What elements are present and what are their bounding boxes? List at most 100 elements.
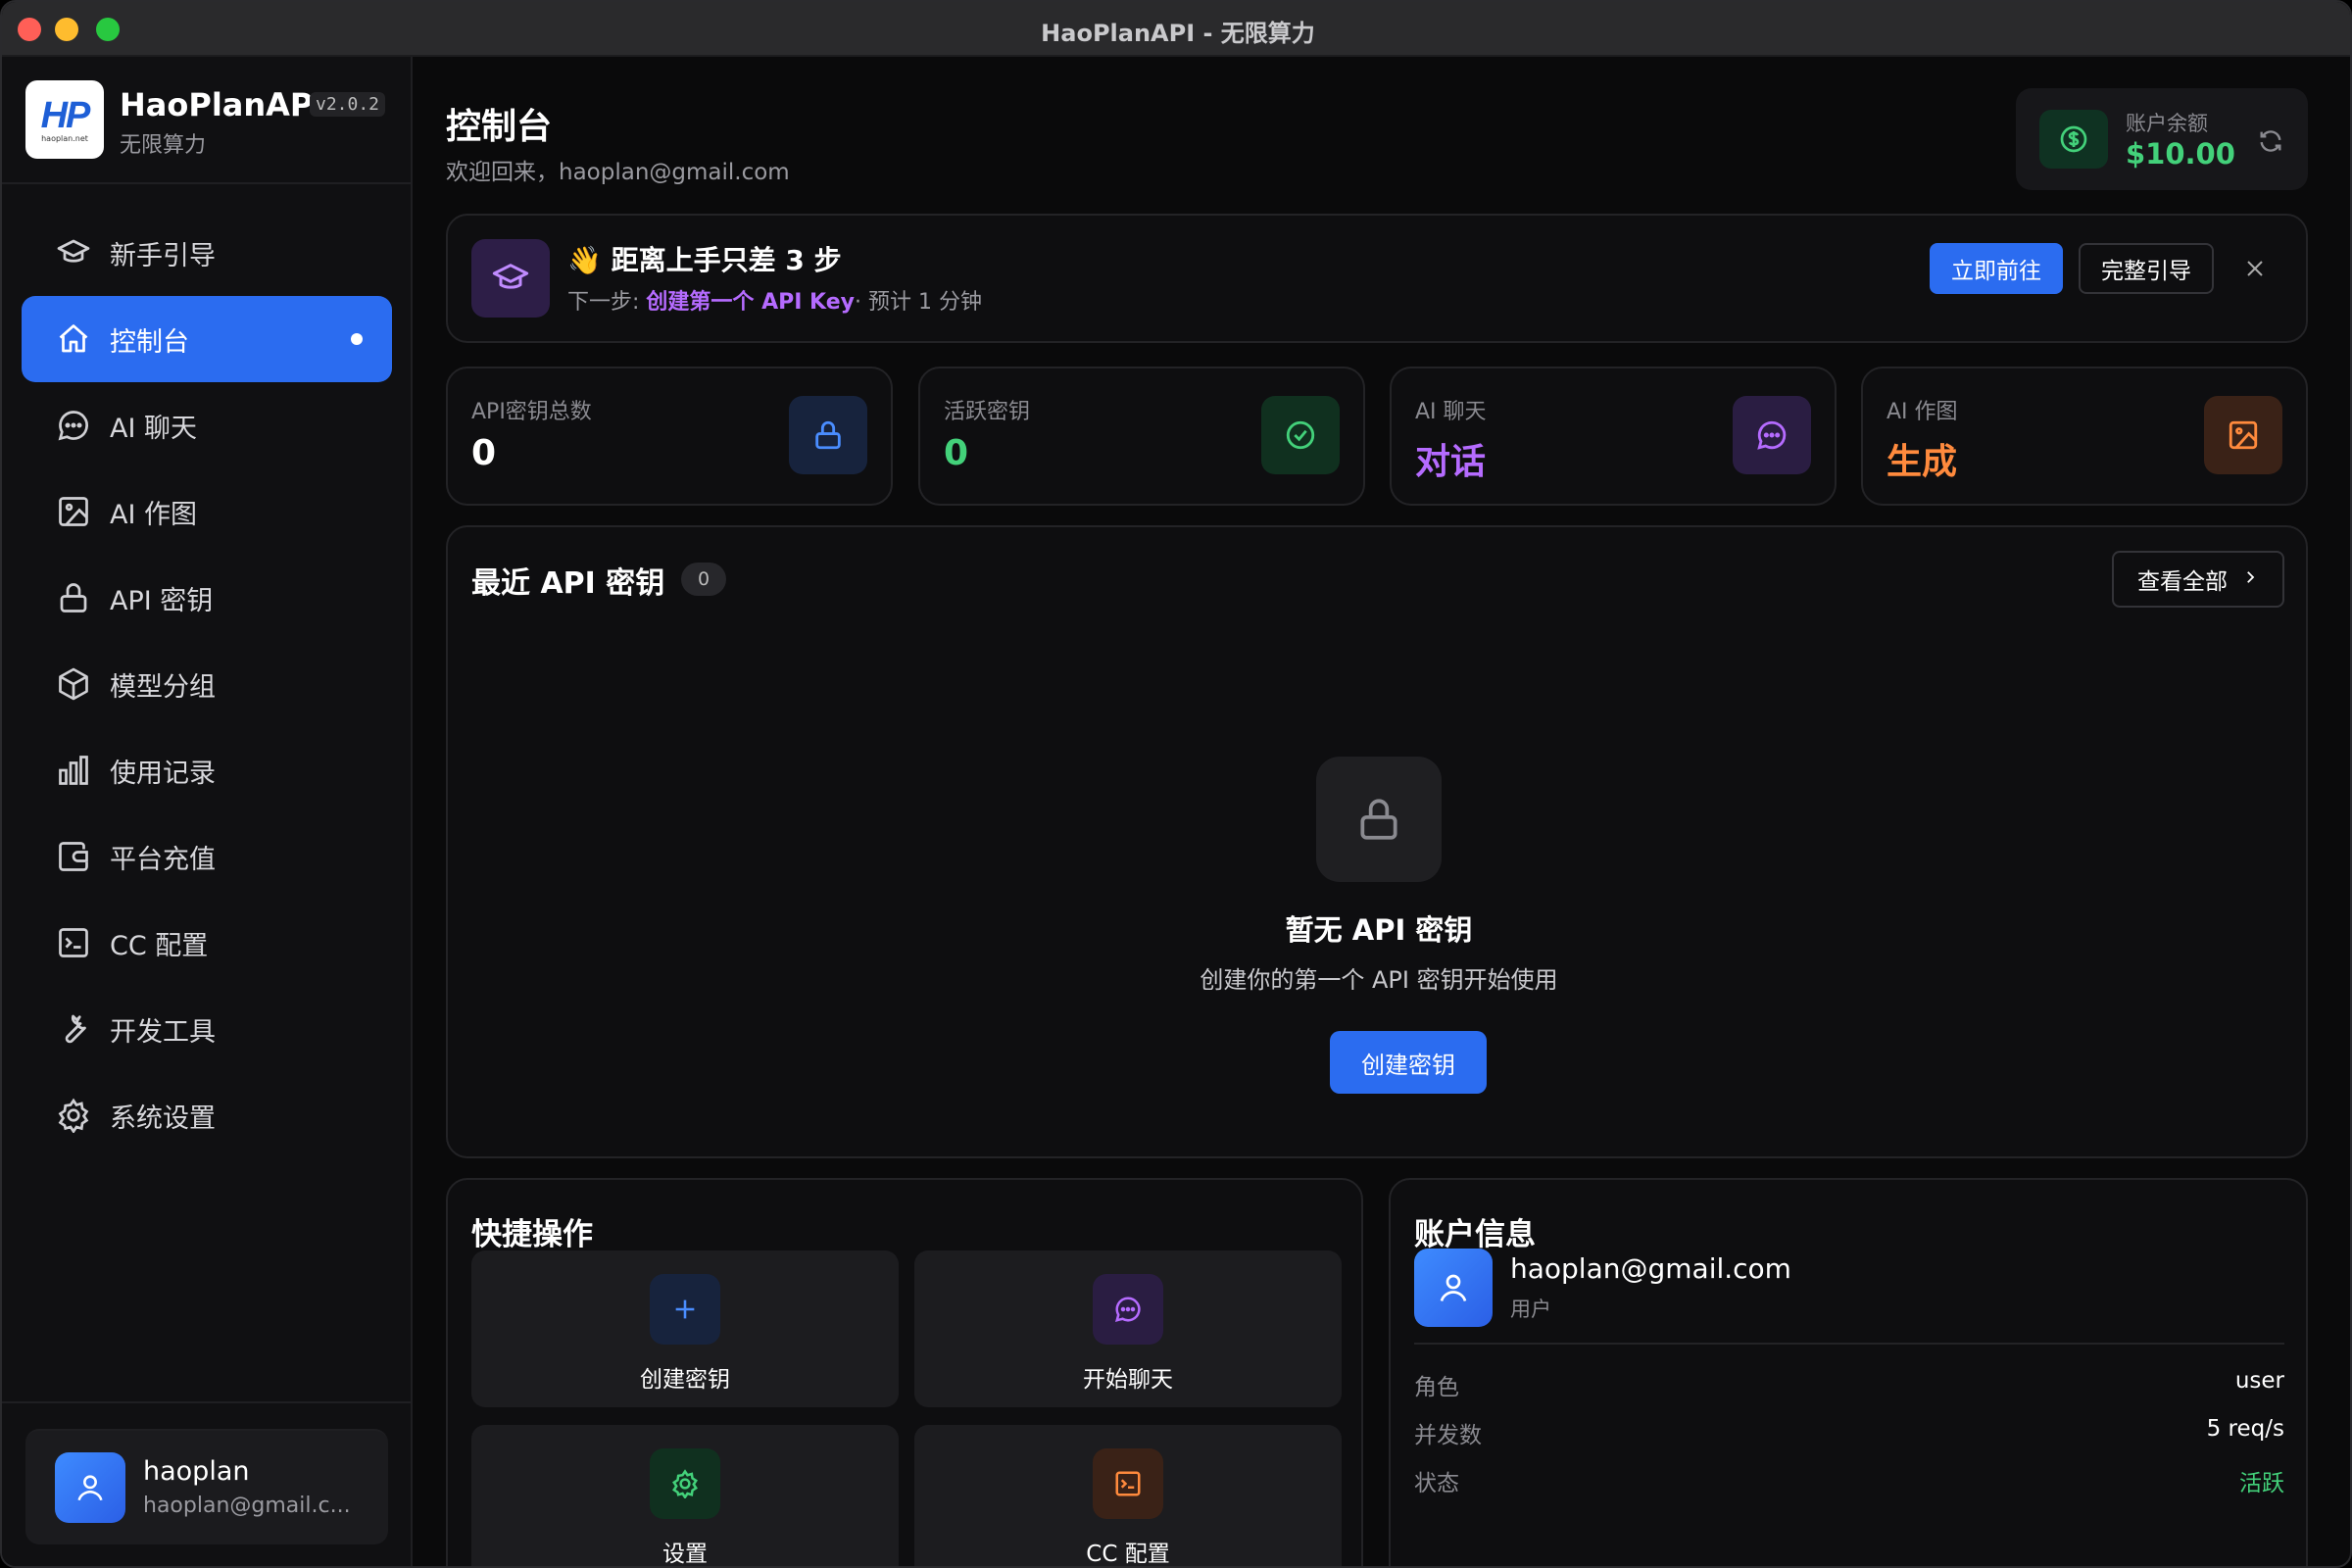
avatar <box>1414 1249 1493 1327</box>
onboarding-banner: 👋 距离上手只差 3 步 下一步: 创建第一个 API Key· 预计 1 分钟… <box>446 214 2308 343</box>
sidebar-item-recharge[interactable]: 平台充值 <box>22 813 392 900</box>
view-all-button[interactable]: 查看全部 <box>2112 551 2284 608</box>
chat-bubble-icon <box>1733 396 1811 474</box>
sidebar-item-label: 控制台 <box>110 326 189 358</box>
lock-icon <box>789 396 867 474</box>
close-icon[interactable] <box>2241 255 2269 282</box>
stat-value: 生成 <box>1886 442 1958 482</box>
sidebar-item-dev-tools[interactable]: 开发工具 <box>22 986 392 1072</box>
status-badge: 活跃 <box>2239 1471 2284 1496</box>
page-title: 控制台 <box>446 107 553 147</box>
create-key-button[interactable]: 创建密钥 <box>1330 1031 1487 1094</box>
stat-label: 活跃密钥 <box>944 400 1031 424</box>
lock-icon <box>55 579 92 616</box>
sidebar-item-settings[interactable]: 系统设置 <box>22 1072 392 1158</box>
sidebar-item-label: CC 配置 <box>110 930 209 961</box>
main-content: 控制台 欢迎回来，haoplan@gmail.com 账户余额 $10.00 👋… <box>415 57 2350 1566</box>
sidebar-item-ai-image[interactable]: AI 作图 <box>22 468 392 555</box>
account-role-label: 用户 <box>1510 1298 1551 1321</box>
quick-action-settings[interactable]: 设置 <box>471 1425 899 1566</box>
next-step-link[interactable]: 创建第一个 API Key <box>646 290 855 315</box>
dollar-icon <box>2039 110 2108 169</box>
wallet-icon <box>55 838 92 875</box>
go-now-button[interactable]: 立即前往 <box>1930 243 2063 294</box>
lock-icon <box>1316 757 1442 882</box>
sidebar-item-model-groups[interactable]: 模型分组 <box>22 641 392 727</box>
stat-value: 对话 <box>1415 442 1487 482</box>
title-bar: HaoPlanAPI - 无限算力 <box>2 2 2350 57</box>
graduation-cap-icon <box>471 239 550 318</box>
user-name: haoplan <box>143 1456 250 1487</box>
quick-action-create-key[interactable]: 创建密钥 <box>471 1250 899 1407</box>
brand-subtitle: 无限算力 <box>120 133 207 158</box>
sidebar-item-label: 使用记录 <box>110 758 216 789</box>
sidebar-item-label: 新手引导 <box>110 240 216 271</box>
account-row-concurrency: 并发数 5 req/s <box>1414 1416 2284 1448</box>
balance-value: $10.00 <box>2126 137 2235 171</box>
wrench-icon <box>55 1010 92 1048</box>
welcome-text: 欢迎回来，haoplan@gmail.com <box>446 160 790 185</box>
account-row-role: 角色 user <box>1414 1368 2284 1400</box>
graduation-cap-icon <box>55 234 92 271</box>
onboarding-next-step: 下一步: 创建第一个 API Key· 预计 1 分钟 <box>567 290 982 315</box>
sidebar-item-ai-chat[interactable]: AI 聊天 <box>22 382 392 468</box>
sidebar-item-api-keys[interactable]: API 密钥 <box>22 555 392 641</box>
sidebar-item-label: 模型分组 <box>110 671 216 703</box>
cube-icon <box>55 665 92 703</box>
balance-card: 账户余额 $10.00 <box>2016 88 2308 190</box>
sidebar-item-onboarding[interactable]: 新手引导 <box>22 210 392 296</box>
stat-card-ai-image[interactable]: AI 作图 生成 <box>1861 367 2308 506</box>
avatar <box>55 1452 125 1523</box>
active-indicator-dot <box>351 333 363 345</box>
stat-value: 0 <box>944 433 969 473</box>
sidebar-item-usage[interactable]: 使用记录 <box>22 727 392 813</box>
chevron-right-icon <box>2241 567 2259 592</box>
brand-logo: HP haoplan.net <box>25 80 104 159</box>
sidebar-nav: 新手引导 控制台 AI 聊天 AI 作图 API 密钥 模型分组 使用记录 平台… <box>22 210 392 1158</box>
stat-label: AI 作图 <box>1886 400 1958 424</box>
gear-icon <box>650 1448 720 1519</box>
stat-value: 0 <box>471 433 497 473</box>
user-profile-card[interactable]: haoplan haoplan@gmail.c... <box>25 1429 388 1544</box>
stat-label: API密钥总数 <box>471 400 592 424</box>
quick-action-start-chat[interactable]: 开始聊天 <box>914 1250 1342 1407</box>
brand-header: HP haoplan.net HaoPlanAPI v2.0.2 无限算力 <box>2 57 413 184</box>
sidebar-divider <box>2 1401 413 1403</box>
image-icon <box>2204 396 2282 474</box>
window-title: HaoPlanAPI - 无限算力 <box>1041 20 1315 47</box>
home-icon <box>55 320 92 358</box>
recent-api-keys-panel: 最近 API 密钥 0 查看全部 暂无 API 密钥 创建你的第一个 API 密… <box>446 525 2308 1158</box>
image-icon <box>55 493 92 530</box>
sidebar-item-cc-config[interactable]: CC 配置 <box>22 900 392 986</box>
user-icon <box>77 1475 103 1501</box>
empty-state-subtitle: 创建你的第一个 API 密钥开始使用 <box>1200 966 1558 994</box>
count-badge: 0 <box>681 563 726 596</box>
app-window: HaoPlanAPI - 无限算力 HP haoplan.net HaoPlan… <box>0 0 2352 1568</box>
refresh-icon[interactable] <box>2257 127 2284 155</box>
sidebar-item-label: API 密钥 <box>110 585 214 616</box>
section-title: 账户信息 <box>1414 1217 1536 1252</box>
section-title: 最近 API 密钥 <box>471 566 665 601</box>
check-circle-icon <box>1261 396 1340 474</box>
gear-icon <box>55 1097 92 1134</box>
empty-state-title: 暂无 API 密钥 <box>1285 913 1473 947</box>
stat-card-total-keys: API密钥总数 0 <box>446 367 893 506</box>
quick-action-cc-config[interactable]: CC 配置 <box>914 1425 1342 1566</box>
chat-bubble-icon <box>1093 1274 1163 1345</box>
sidebar: HP haoplan.net HaoPlanAPI v2.0.2 无限算力 新手… <box>2 57 413 1566</box>
full-guide-button[interactable]: 完整引导 <box>2079 243 2214 294</box>
account-row-status: 状态 活跃 <box>1414 1464 2284 1503</box>
account-info-panel: 账户信息 haoplan@gmail.com 用户 角色 user 并发数 5 … <box>1389 1178 2308 1566</box>
version-badge: v2.0.2 <box>310 92 386 117</box>
sidebar-item-label: AI 作图 <box>110 499 198 530</box>
balance-label: 账户余额 <box>2126 112 2208 135</box>
divider <box>1414 1343 2284 1345</box>
stat-card-active-keys: 活跃密钥 0 <box>918 367 1365 506</box>
account-email: haoplan@gmail.com <box>1510 1252 1791 1285</box>
quick-actions-panel: 快捷操作 创建密钥 开始聊天 设置 CC 配置 <box>446 1178 1363 1566</box>
stat-card-ai-chat[interactable]: AI 聊天 对话 <box>1390 367 1837 506</box>
sidebar-item-dashboard[interactable]: 控制台 <box>22 296 392 382</box>
user-email: haoplan@gmail.c... <box>143 1494 351 1518</box>
sidebar-item-label: AI 聊天 <box>110 413 198 444</box>
sidebar-item-label: 系统设置 <box>110 1102 216 1134</box>
